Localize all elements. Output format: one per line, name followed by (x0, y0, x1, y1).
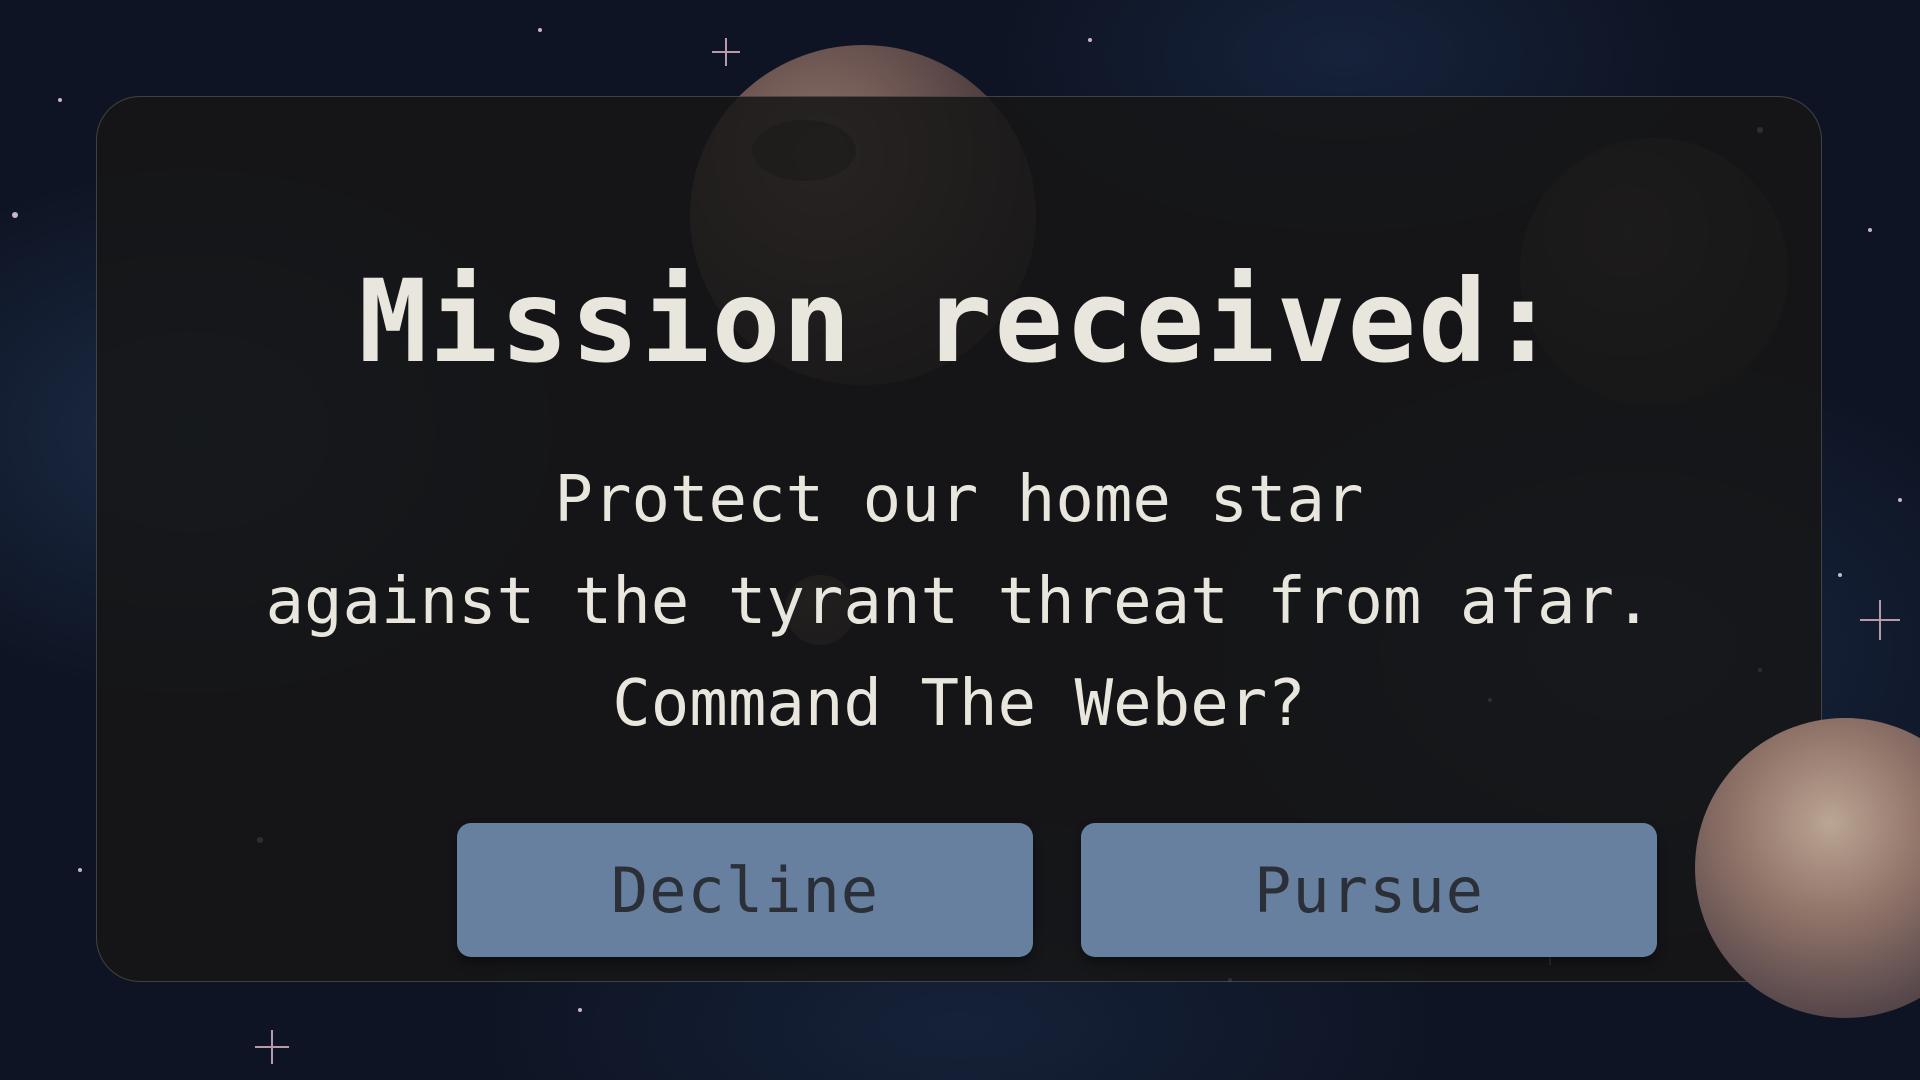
mission-dialog: Mission received: Protect our home star … (96, 96, 1822, 982)
mission-description-line: Command The Weber? (612, 667, 1306, 741)
pursue-button-label: Pursue (1254, 853, 1484, 927)
pursue-button[interactable]: Pursue (1081, 823, 1657, 957)
mission-description: Protect our home star against the tyrant… (97, 449, 1821, 755)
decline-button[interactable]: Decline (457, 823, 1033, 957)
mission-title: Mission received: (358, 255, 1560, 388)
decline-button-label: Decline (610, 853, 880, 927)
game-scene: Mission received: Protect our home star … (0, 0, 1920, 1080)
mission-description-line: Protect our home star (554, 463, 1364, 537)
mission-description-line: against the tyrant threat from afar. (265, 565, 1653, 639)
